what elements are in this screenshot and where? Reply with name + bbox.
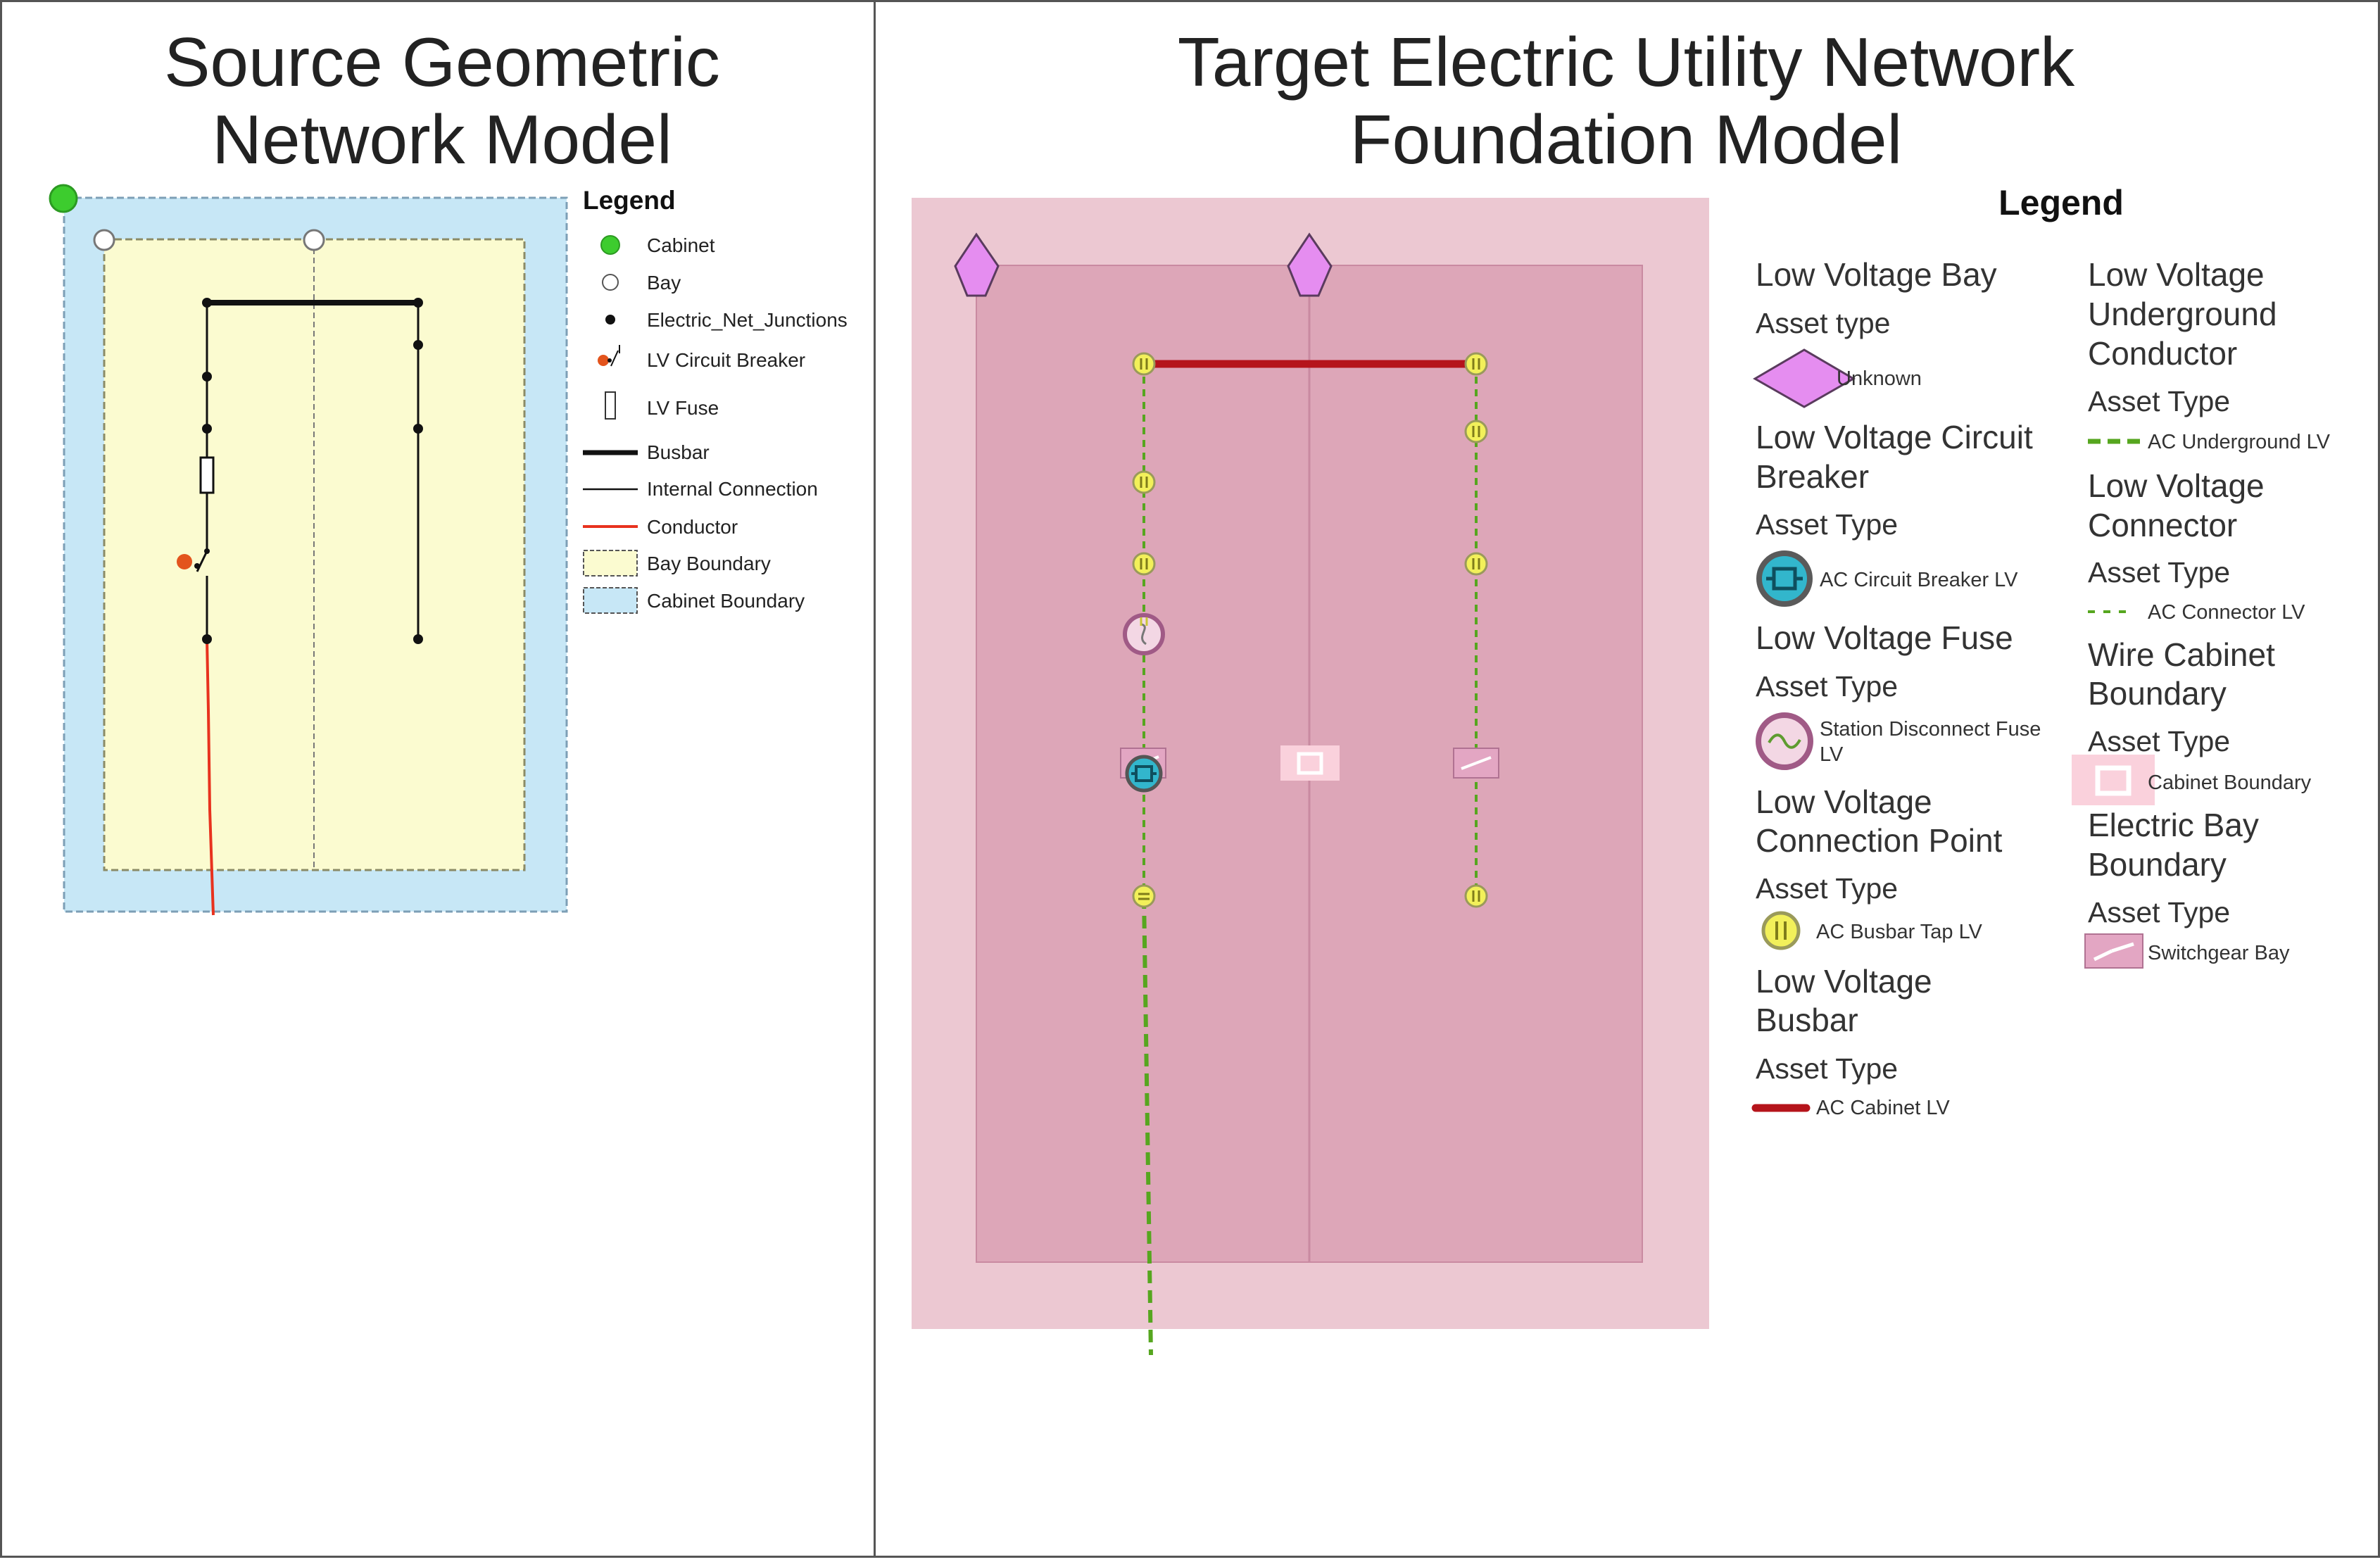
cabinet-point-icon [600, 235, 620, 255]
figure-canvas: Source Geometric Network Model Target El… [0, 0, 2380, 1558]
legend-label-cabinet-boundary: Cabinet Boundary [647, 590, 805, 612]
electric-bay-boundary-title-line2: Boundary [2088, 846, 2227, 883]
figure: Source Geometric Network Model Target El… [0, 0, 2380, 1558]
wire-cabinet-boundary-title-line1: Wire Cabinet [2088, 636, 2275, 673]
wire-cabinet-boundary-title-line2: Boundary [2088, 675, 2227, 712]
lv-fuse [199, 456, 215, 494]
wire-cabinet-boundary-asset-type: Asset Type [2088, 725, 2230, 757]
source-diagram [49, 184, 568, 916]
lv-bay-asset-type: Asset type [1756, 307, 1890, 339]
lv-fuse-asset-type: Asset Type [1756, 670, 1898, 703]
switchgear-bay-right [1453, 748, 1499, 779]
lv-breaker-value: AC Circuit Breaker LV [1820, 569, 2018, 591]
lv-connection-point-value: AC Busbar Tap LV [1816, 921, 1983, 943]
junction-dot-icon [605, 315, 615, 325]
legend-label-cabinet: Cabinet [647, 234, 715, 256]
target-title-line1: Target Electric Utility Network [1178, 23, 2075, 101]
lv-connector-title-line1: Low Voltage [2088, 467, 2265, 504]
source-title-line1: Source Geometric [164, 23, 720, 101]
switchgear-bay-legend-icon [2084, 933, 2143, 969]
wire-cabinet-boundary-value: Cabinet Boundary [2148, 771, 2312, 794]
lv-busbar-value: AC Cabinet LV [1816, 1097, 1950, 1119]
cabinet-boundary-swatch-icon [583, 587, 638, 614]
legend-label-bay: Bay [647, 272, 681, 294]
target-legend-heading: Legend [1998, 183, 2124, 222]
source-legend-heading: Legend [583, 186, 676, 215]
lv-ug-conductor-title-line1: Low Voltage [2088, 256, 2265, 293]
lv-connection-point-title-line1: Low Voltage [1756, 783, 1932, 820]
target-title-line2: Foundation Model [1350, 101, 1903, 178]
lv-connection-point-title-line2: Connection Point [1756, 822, 2003, 859]
legend-label-internal-connection: Internal Connection [647, 478, 818, 500]
lv-connection-point-legend-icon [1761, 911, 1801, 950]
legend-label-busbar: Busbar [647, 441, 710, 463]
legend-label-lv-breaker: LV Circuit Breaker [647, 349, 805, 371]
bay-point-right [303, 229, 325, 251]
bay-point-left [93, 229, 115, 251]
lv-fuse-legend-icon [1756, 712, 1813, 770]
lv-breaker-title-line2: Breaker [1756, 458, 1869, 495]
lv-connector-value: AC Connector LV [2148, 601, 2305, 624]
cabinet-boundary-legend-icon [2072, 755, 2155, 805]
lv-connector-title-line2: Connector [2088, 507, 2237, 543]
electric-bay-boundary-value: Switchgear Bay [2148, 942, 2290, 964]
lv-fuse-title: Low Voltage Fuse [1756, 619, 2013, 656]
legend-label-conductor: Conductor [647, 516, 738, 538]
lv-circuit-breaker-icon [598, 345, 620, 367]
lv-breaker-asset-type: Asset Type [1756, 508, 1898, 541]
lv-bay-title: Low Voltage Bay [1756, 256, 1997, 293]
lv-connection-point-asset-type: Asset Type [1756, 872, 1898, 905]
lv-fuse-value-line2: LV [1820, 743, 1844, 766]
target-legend: Legend Low Voltage Bay Asset type Unknow… [1751, 183, 2331, 1119]
electric-bay-boundary-title-line1: Electric Bay [2088, 807, 2259, 843]
lv-busbar-title-line2: Busbar [1756, 1002, 1858, 1038]
bay-boundary-swatch-icon [583, 550, 638, 577]
cabinet-point [49, 184, 78, 213]
lv-ug-conductor-title-line3: Conductor [2088, 335, 2237, 372]
legend-label-lv-fuse: LV Fuse [647, 397, 719, 419]
source-title-line2: Network Model [212, 101, 672, 178]
lv-connector-asset-type: Asset Type [2088, 556, 2230, 588]
cabinet-boundary-marker [1280, 745, 1340, 781]
lv-circuit-breaker-target [1125, 755, 1163, 793]
lv-ug-conductor-title-line2: Underground [2088, 296, 2277, 332]
lv-ug-conductor-asset-type: Asset Type [2088, 385, 2230, 417]
electric-bay-boundary-asset-type: Asset Type [2088, 896, 2230, 928]
lv-bay-value: Unknown [1837, 367, 1922, 390]
lv-breaker-legend-icon [1756, 550, 1813, 607]
lv-breaker-title-line1: Low Voltage Circuit [1756, 419, 2033, 455]
bay-point-icon [602, 274, 619, 291]
lv-fuse-target [1123, 613, 1165, 655]
lv-busbar-title-line1: Low Voltage [1756, 963, 1932, 1000]
source-legend: Legend Cabinet Bay Electric_Net_Junction… [583, 186, 848, 614]
lv-fuse-icon [605, 391, 616, 420]
lv-ug-conductor-value: AC Underground LV [2148, 431, 2331, 453]
lv-fuse-value-line1: Station Disconnect Fuse [1820, 718, 2041, 741]
lv-busbar-asset-type: Asset Type [1756, 1052, 1898, 1085]
legend-label-bay-boundary: Bay Boundary [647, 553, 771, 574]
target-diagram [912, 198, 1709, 1356]
legend-label-junctions: Electric_Net_Junctions [647, 309, 848, 331]
